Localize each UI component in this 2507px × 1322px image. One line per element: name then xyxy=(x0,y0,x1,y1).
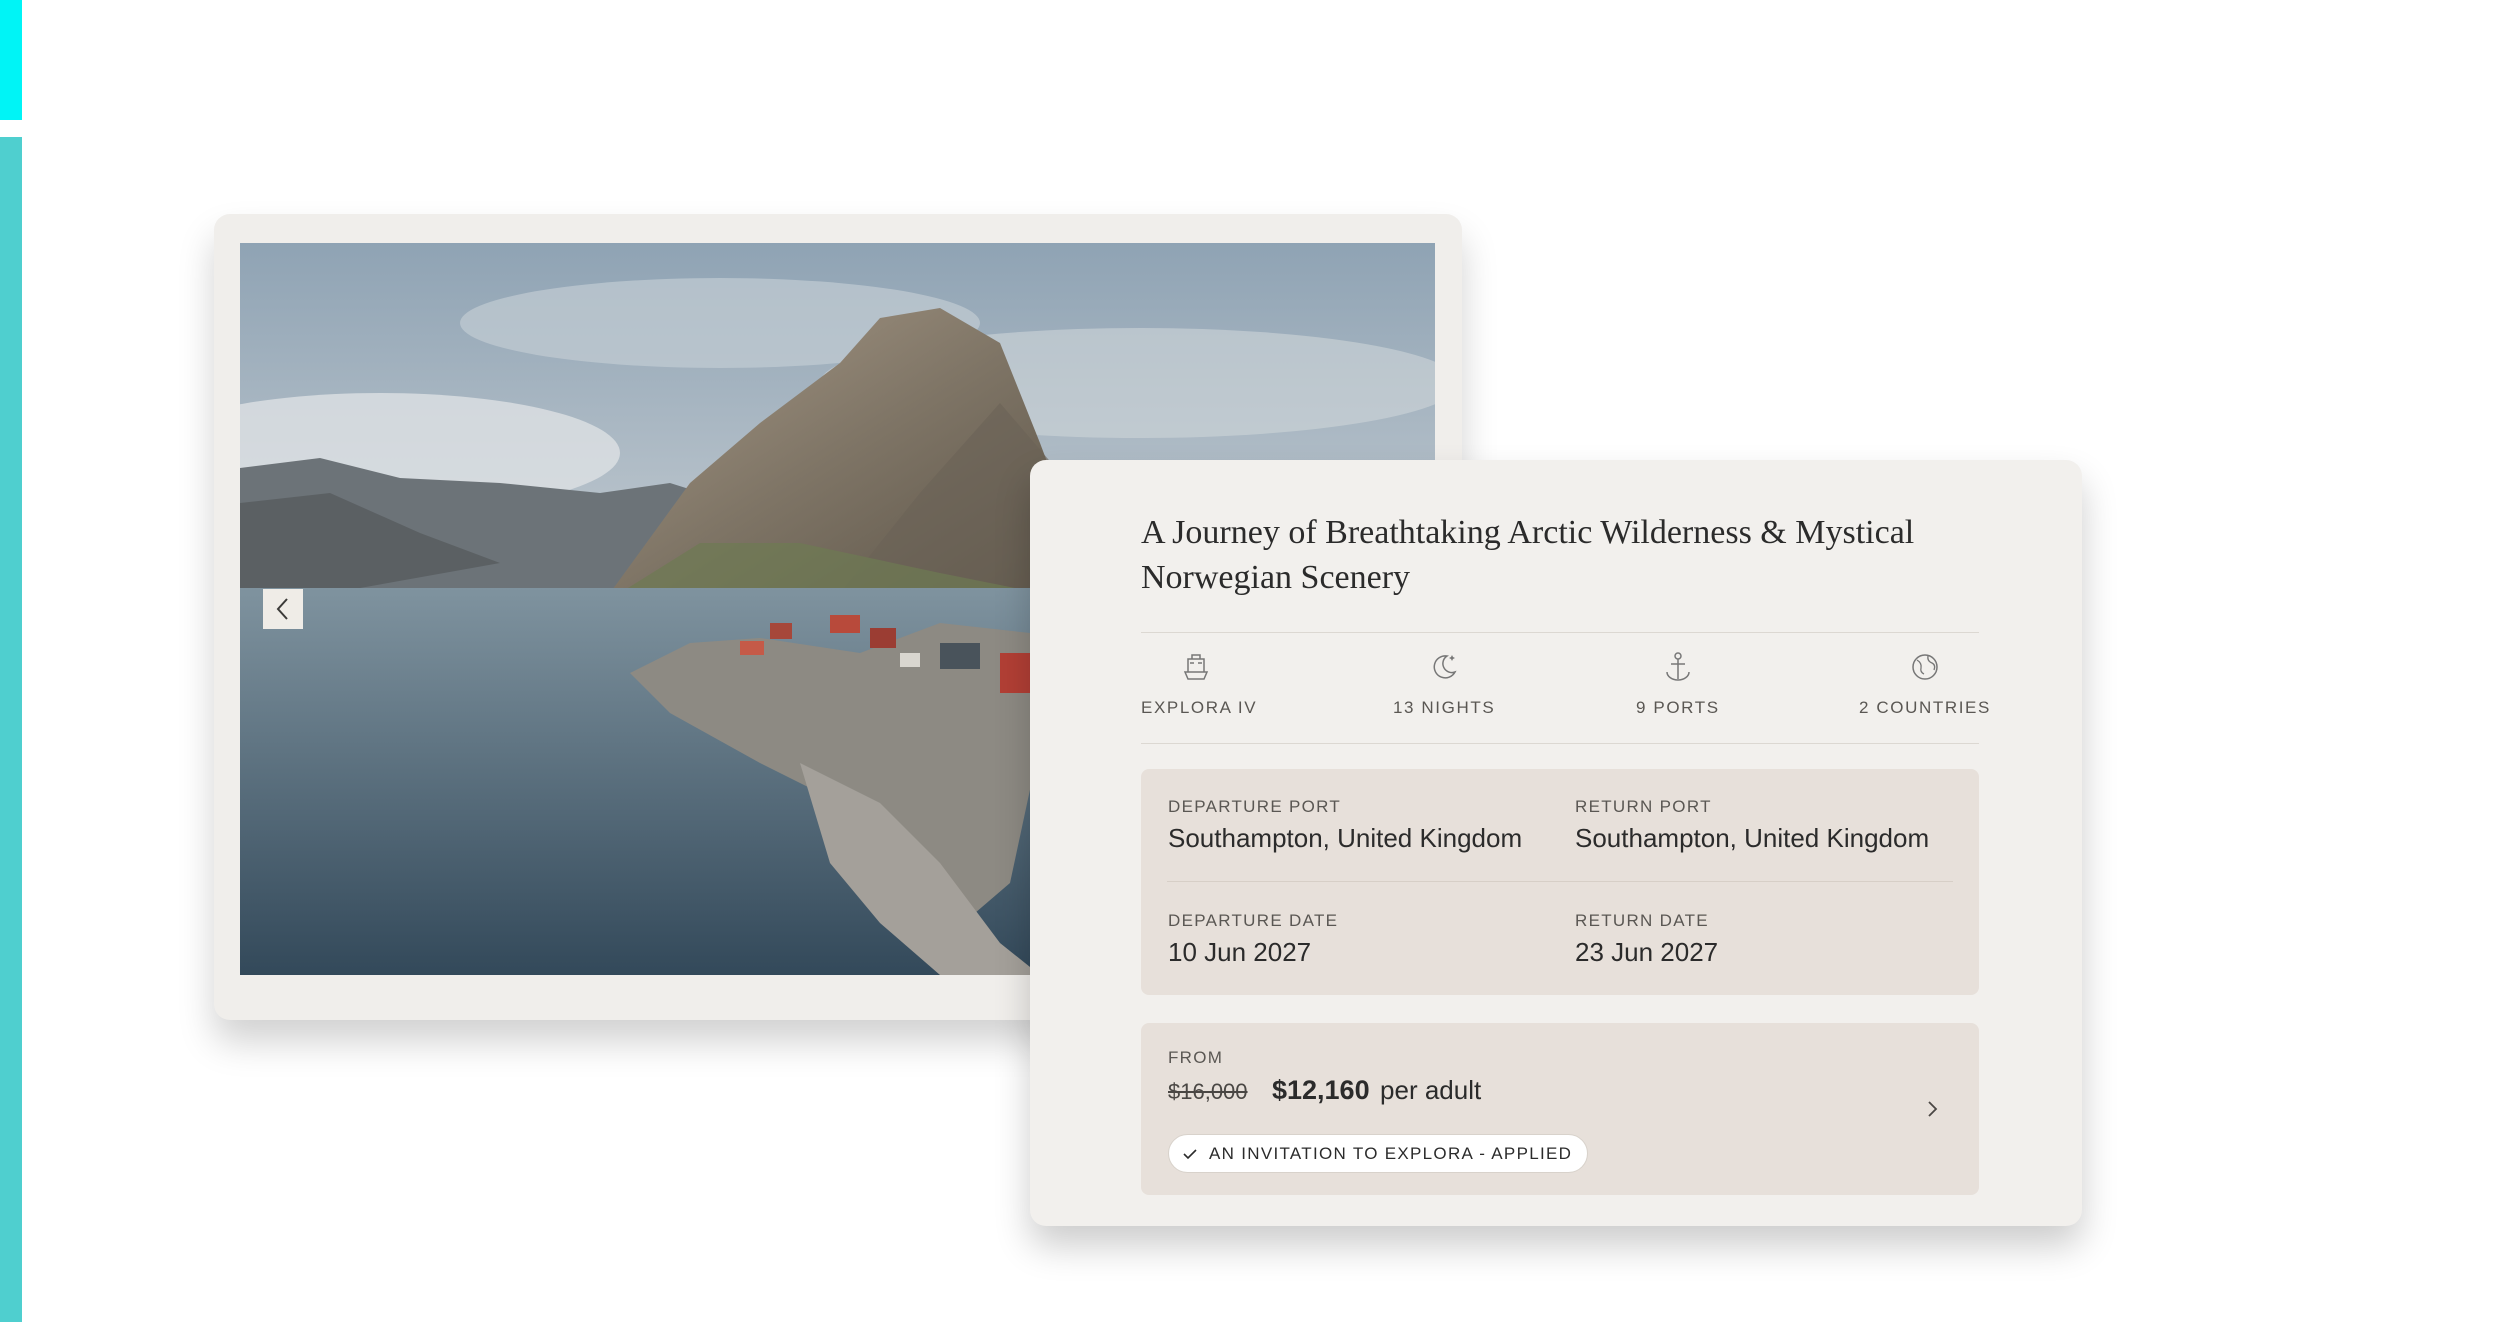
cruise-detail-card: A Journey of Breathtaking Arctic Wildern… xyxy=(1030,460,2082,1226)
departure-port-field: DEPARTURE PORT Southampton, United Kingd… xyxy=(1168,797,1522,854)
globe-icon xyxy=(1912,654,1938,680)
departure-port-label: DEPARTURE PORT xyxy=(1168,797,1342,816)
departure-date-label: DEPARTURE DATE xyxy=(1168,911,1339,930)
pricing-panel[interactable]: FROM $16,000 $12,160 per adult AN INVITA… xyxy=(1141,1023,1979,1195)
offer-applied-badge: AN INVITATION TO EXPLORA - APPLIED xyxy=(1168,1134,1589,1173)
discounted-price: $12,160 xyxy=(1271,1075,1370,1105)
fact-nights-label: 13 NIGHTS xyxy=(1393,698,1496,717)
page: A Journey of Breathtaking Arctic Wildern… xyxy=(0,0,2507,1322)
carousel-prev-button[interactable] xyxy=(263,589,303,629)
return-date-field: RETURN DATE 23 Jun 2027 xyxy=(1575,911,1718,968)
return-port-field: RETURN PORT Southampton, United Kingdom xyxy=(1575,797,1929,854)
departure-port-value: Southampton, United Kingdom xyxy=(1168,823,1523,853)
departure-date-field: DEPARTURE DATE 10 Jun 2027 xyxy=(1168,911,1338,968)
return-date-label: RETURN DATE xyxy=(1575,911,1709,930)
chevron-right-icon[interactable] xyxy=(1923,1097,1941,1121)
fact-nights: 13 NIGHTS xyxy=(1393,650,1495,718)
edge-accent-bar xyxy=(0,137,22,1322)
itinerary-details: DEPARTURE PORT Southampton, United Kingd… xyxy=(1141,769,1979,995)
original-price: $16,000 xyxy=(1168,1079,1248,1104)
return-port-value: Southampton, United Kingdom xyxy=(1575,823,1930,853)
departure-date-value: 10 Jun 2027 xyxy=(1168,937,1312,967)
anchor-icon xyxy=(1666,652,1690,681)
fact-countries-label: 2 COUNTRIES xyxy=(1859,698,1991,717)
price-row: $16,000 $12,160 per adult xyxy=(1168,1075,1481,1106)
divider xyxy=(1141,743,1979,744)
price-unit: per adult xyxy=(1380,1075,1482,1105)
fact-ports: 9 PORTS xyxy=(1636,650,1720,718)
cruise-facts: EXPLORA IV 13 NIGHTS 9 PORTS 2 COUNTRIES xyxy=(1141,650,1989,746)
fact-ship-label: EXPLORA IV xyxy=(1141,698,1258,717)
chevron-left-icon xyxy=(276,598,288,620)
from-label: FROM xyxy=(1168,1048,1224,1067)
return-date-value: 23 Jun 2027 xyxy=(1575,937,1719,967)
divider xyxy=(1167,881,1953,882)
return-port-label: RETURN PORT xyxy=(1575,797,1712,816)
edge-accent-bar-top xyxy=(0,0,22,120)
check-icon xyxy=(1183,1148,1197,1159)
fact-ship: EXPLORA IV xyxy=(1141,650,1257,718)
cruise-title: A Journey of Breathtaking Arctic Wildern… xyxy=(1141,514,1915,596)
moon-star-icon xyxy=(1433,655,1457,679)
fact-ports-label: 9 PORTS xyxy=(1636,698,1720,717)
offer-badge-label: AN INVITATION TO EXPLORA - APPLIED xyxy=(1209,1143,1573,1163)
fact-countries: 2 COUNTRIES xyxy=(1859,650,1991,718)
divider xyxy=(1141,632,1979,633)
ship-icon xyxy=(1183,654,1209,680)
